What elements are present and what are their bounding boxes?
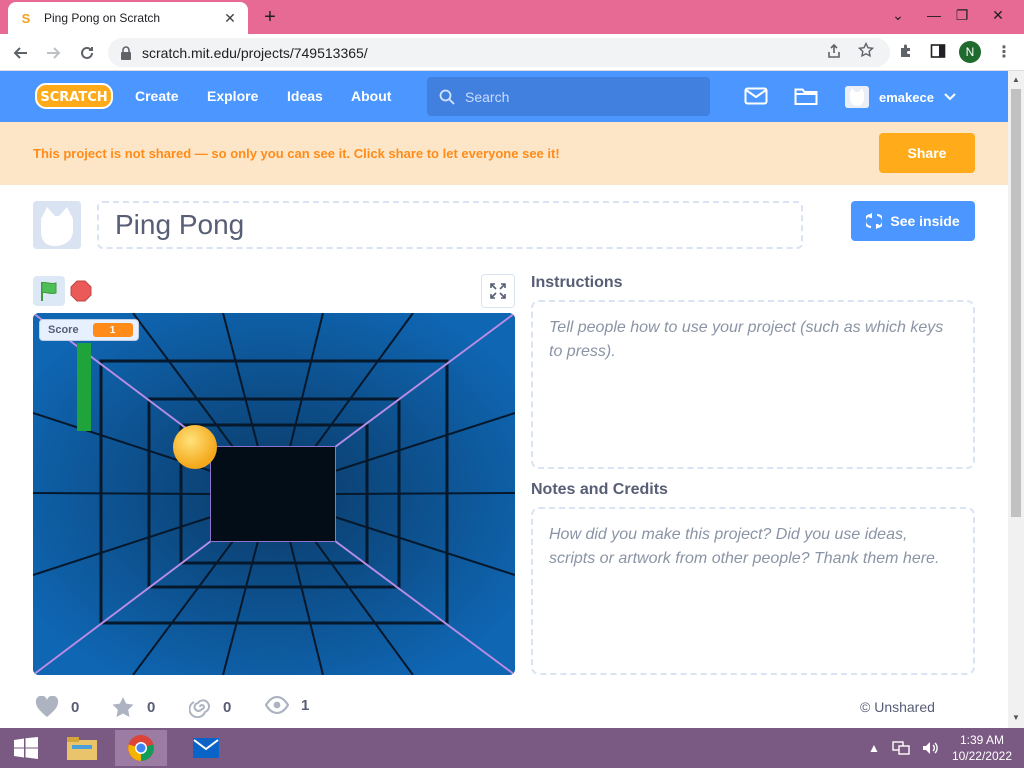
mail-icon [193,738,219,758]
bookmark-star-icon[interactable] [857,41,875,63]
tab-search-chevron-icon[interactable]: ⌄ [880,0,916,30]
messages-mail-icon[interactable] [744,86,768,106]
scratch-favicon-icon: S [21,10,31,26]
fullscreen-icon [490,283,506,299]
chevron-down-icon [944,93,956,101]
star-icon [112,697,134,717]
clock-date: 10/22/2022 [951,749,1012,763]
nav-about[interactable]: About [351,88,391,104]
svg-text:SCRATCH: SCRATCH [40,90,107,105]
favorite-stat[interactable]: 0 [111,696,155,718]
page-scrollbar[interactable]: ▲ ▼ [1008,71,1024,728]
heart-icon [35,696,59,717]
my-stuff-folder-icon[interactable] [794,86,818,106]
see-inside-label: See inside [890,213,960,229]
score-label: Score [48,324,79,336]
url-text: scratch.mit.edu/projects/749513365/ [142,44,368,61]
favorite-count: 0 [147,698,156,716]
system-tray: ▲ 1:39 AM 10/22/2022 [868,728,1012,768]
view-stat: 1 [265,696,309,714]
file-explorer-icon [67,737,97,760]
chrome-button[interactable] [115,730,167,766]
browser-toolbar: scratch.mit.edu/projects/749513365/ N ⋮ [0,34,1024,71]
user-avatar [845,86,869,108]
scroll-down-icon[interactable]: ▼ [1011,713,1021,723]
stop-sign-icon[interactable] [70,280,92,302]
not-shared-banner: This project is not shared — so only you… [0,122,1008,185]
browser-tabstrip: S Ping Pong on Scratch ✕ + ⌄ — ❐ ✕ [0,0,1024,34]
nav-explore[interactable]: Explore [207,88,258,104]
fullscreen-button[interactable] [481,274,515,308]
ball-sprite [173,425,217,469]
new-tab-button[interactable]: + [258,6,282,28]
project-stage[interactable]: Score 1 [33,313,515,675]
file-explorer-button[interactable] [56,730,108,766]
scrollbar-thumb[interactable] [1011,89,1021,517]
side-panel-icon[interactable] [930,43,946,64]
lock-icon [121,45,131,60]
score-monitor: Score 1 [39,319,139,341]
search-icon [439,89,455,105]
remix-swirl-icon [189,699,210,718]
score-value: 1 [92,323,133,337]
tab-close-icon[interactable]: ✕ [222,10,238,27]
banner-message: This project is not shared — so only you… [33,146,560,161]
love-count: 0 [71,698,80,716]
project-owner-avatar [33,201,81,249]
close-window-button[interactable]: ✕ [980,0,1016,30]
clock[interactable]: 1:39 AM 10/22/2022 [952,732,1012,764]
restore-button[interactable]: ❐ [944,0,980,30]
extensions-icon[interactable] [898,43,914,64]
notes-heading: Notes and Credits [531,481,668,498]
tab-title: Ping Pong on Scratch [44,11,161,25]
notes-textarea[interactable]: How did you make this project? Did you u… [531,507,975,675]
instructions-heading: Instructions [531,274,623,291]
eye-icon [265,696,289,714]
back-button[interactable] [8,40,34,66]
search-placeholder: Search [465,88,510,105]
share-status: © Unshared [860,699,935,715]
tray-overflow-icon[interactable]: ▲ [868,741,880,755]
nav-create[interactable]: Create [135,88,179,104]
see-inside-button[interactable]: See inside [851,201,975,241]
browser-tab[interactable]: S Ping Pong on Scratch ✕ [8,2,248,34]
user-menu[interactable]: emakece [845,86,956,108]
nav-ideas[interactable]: Ideas [287,88,323,104]
remix-arrows-icon [866,213,883,229]
profile-avatar[interactable]: N [959,41,981,63]
tunnel-backdrop [33,313,515,675]
share-page-icon[interactable] [826,43,842,64]
scroll-up-icon[interactable]: ▲ [1011,75,1021,85]
search-input[interactable]: Search [427,77,710,116]
love-stat[interactable]: 0 [35,696,79,718]
windows-logo-icon [14,737,38,759]
start-button[interactable] [0,730,52,766]
username: emakece [879,89,934,105]
scratch-logo-icon[interactable]: SCRATCH [35,82,113,110]
project-title-input[interactable]: Ping Pong [97,201,803,249]
network-icon[interactable] [892,741,910,755]
clock-time: 1:39 AM [959,733,1004,747]
share-button[interactable]: Share [879,133,975,173]
instructions-textarea[interactable]: Tell people how to use your project (suc… [531,300,975,469]
remix-count: 0 [223,698,232,716]
scratch-navbar: SCRATCH Create Explore Ideas About Searc… [0,71,1008,122]
browser-menu-icon[interactable]: ⋮ [996,42,1012,62]
remix-stat: 0 [189,696,231,718]
forward-button[interactable] [40,40,66,66]
windows-taskbar: ▲ 1:39 AM 10/22/2022 [0,728,1024,768]
green-flag-button[interactable] [33,276,65,306]
reload-button[interactable] [74,40,100,66]
chrome-icon [128,735,154,761]
paddle-sprite [77,343,91,431]
mail-app-button[interactable] [180,730,232,766]
volume-icon[interactable] [922,741,940,755]
view-count: 1 [301,696,310,714]
address-bar[interactable]: scratch.mit.edu/projects/749513365/ [108,38,890,67]
green-flag-icon [41,281,57,301]
